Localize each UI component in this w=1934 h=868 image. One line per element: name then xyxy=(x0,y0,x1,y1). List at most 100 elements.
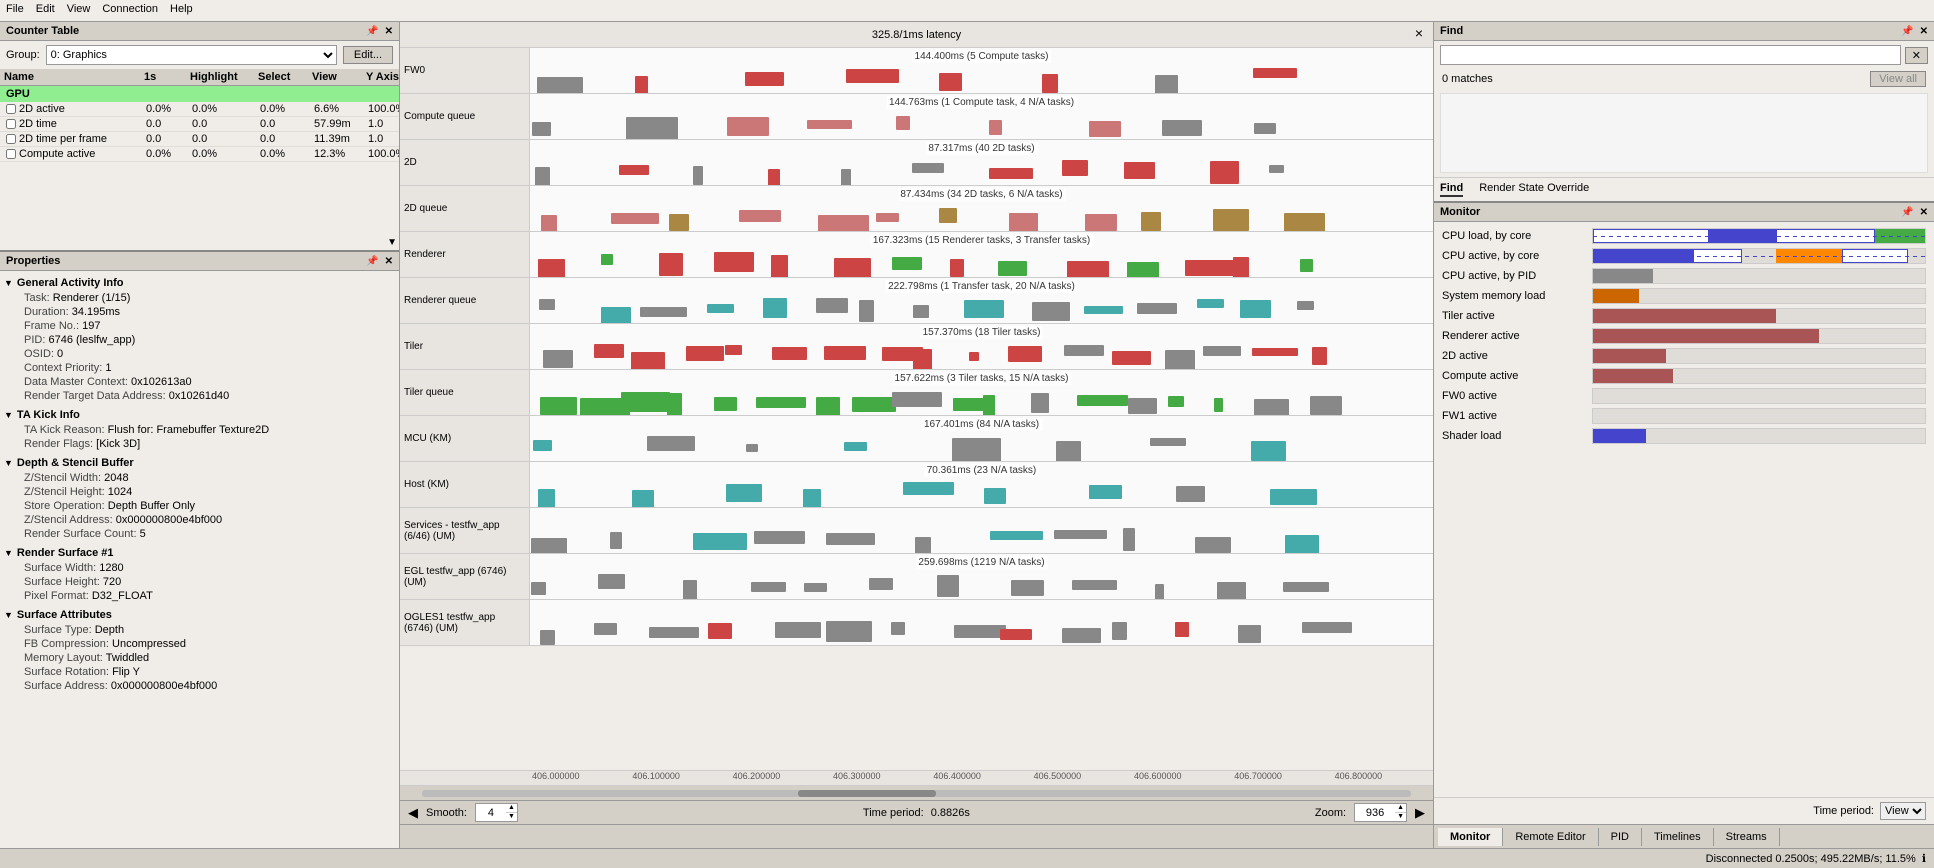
axis-label: 406.300000 xyxy=(831,771,931,785)
tl-bar xyxy=(714,397,737,411)
timeline-area[interactable]: FW0144.400ms (5 Compute tasks)Compute qu… xyxy=(400,48,1433,770)
tl-bar xyxy=(1137,303,1176,313)
table-row[interactable]: 2D active 0.0% 0.0% 0.0% 6.6% 100.0% xyxy=(0,102,399,117)
timeline-row[interactable]: 2D queue87.434ms (34 2D tasks, 6 N/A tas… xyxy=(400,186,1433,232)
tl-bar xyxy=(611,213,659,224)
tl-tooltip: 144.400ms (5 Compute tasks) xyxy=(912,50,1052,63)
pin-monitor-icon[interactable]: 📌 xyxy=(1901,207,1913,218)
smooth-input[interactable] xyxy=(476,805,506,821)
monitor-row-label: FW0 active xyxy=(1442,390,1592,402)
group-select[interactable]: 0: Graphics xyxy=(46,45,337,65)
tl-bar xyxy=(771,255,788,277)
menu-file[interactable]: File xyxy=(6,3,24,18)
tl-bar xyxy=(1197,299,1224,308)
find-tab[interactable]: Find xyxy=(1440,182,1463,197)
tl-bar xyxy=(1285,535,1319,553)
nav-right-icon[interactable]: ▶ xyxy=(1415,805,1425,821)
pin-icon[interactable]: 📌 xyxy=(366,26,378,37)
prop-row: Pixel Format: D32_FLOAT xyxy=(4,589,395,603)
monitor-time-period-select[interactable]: View xyxy=(1880,802,1926,820)
prop-section-header[interactable]: ▼ TA Kick Info xyxy=(4,407,395,423)
zoom-input[interactable] xyxy=(1355,805,1395,821)
timeline-row[interactable]: Tiler queue157.622ms (3 Tiler tasks, 15 … xyxy=(400,370,1433,416)
prop-section: ▼ Depth & Stencil BufferZ/Stencil Width:… xyxy=(4,455,395,541)
tab-pid[interactable]: PID xyxy=(1599,828,1642,846)
tl-bar xyxy=(1141,212,1161,231)
group-label: Group: xyxy=(6,49,40,61)
prop-section-header[interactable]: ▼ Render Surface #1 xyxy=(4,545,395,561)
tab-monitor[interactable]: Monitor xyxy=(1438,828,1503,846)
zoom-down-icon[interactable]: ▼ xyxy=(1395,813,1406,821)
nav-left-icon[interactable]: ◀ xyxy=(408,805,418,821)
info-icon[interactable]: ℹ xyxy=(1922,852,1926,865)
tl-row-content: 87.434ms (34 2D tasks, 6 N/A tasks) xyxy=(530,186,1433,231)
find-clear-button[interactable]: ✕ xyxy=(1905,47,1928,64)
tl-bar xyxy=(537,77,583,93)
tl-tooltip: 167.323ms (15 Renderer tasks, 3 Transfer… xyxy=(870,234,1093,247)
tl-bar xyxy=(1176,486,1206,501)
timeline-scrollbar[interactable] xyxy=(400,786,1433,800)
tl-bar xyxy=(912,163,945,173)
close-timeline-icon[interactable]: × xyxy=(1415,25,1423,41)
close-counter-icon[interactable]: ✕ xyxy=(385,26,393,37)
view-all-button[interactable]: View all xyxy=(1870,71,1926,87)
menu-connection[interactable]: Connection xyxy=(102,3,158,18)
tl-bar xyxy=(1300,259,1312,272)
tl-tooltip: 259.698ms (1219 N/A tasks) xyxy=(915,556,1047,569)
pin-find-icon[interactable]: 📌 xyxy=(1901,26,1913,37)
timeline-row[interactable]: Tiler157.370ms (18 Tiler tasks) xyxy=(400,324,1433,370)
find-input[interactable] xyxy=(1440,45,1901,65)
scrollbar-thumb[interactable] xyxy=(798,790,936,797)
monitor-bar-container xyxy=(1592,408,1926,424)
timeline-row[interactable]: MCU (KM)167.401ms (84 N/A tasks) xyxy=(400,416,1433,462)
table-row[interactable]: Compute active 0.0% 0.0% 0.0% 12.3% 100.… xyxy=(0,147,399,162)
tl-row-label: Host (KM) xyxy=(400,462,530,507)
scroll-down-arrow[interactable]: ▼ xyxy=(387,237,397,248)
prop-section-header[interactable]: ▼ Surface Attributes xyxy=(4,607,395,623)
timeline-row[interactable]: Renderer167.323ms (15 Renderer tasks, 3 … xyxy=(400,232,1433,278)
menu-help[interactable]: Help xyxy=(170,3,193,18)
prop-section-header[interactable]: ▼ General Activity Info xyxy=(4,275,395,291)
close-monitor-icon[interactable]: ✕ xyxy=(1920,207,1928,218)
tl-bar xyxy=(1210,161,1238,185)
timeline-row[interactable]: FW0144.400ms (5 Compute tasks) xyxy=(400,48,1433,94)
menu-edit[interactable]: Edit xyxy=(36,3,55,18)
tl-bar xyxy=(1011,580,1045,596)
axis-label: 406.200000 xyxy=(731,771,831,785)
monitor-row-label: 2D active xyxy=(1442,350,1592,362)
close-find-icon[interactable]: ✕ xyxy=(1920,26,1928,37)
tl-bar xyxy=(1254,123,1276,134)
tab-streams[interactable]: Streams xyxy=(1714,828,1780,846)
zoom-up-icon[interactable]: ▲ xyxy=(1395,804,1406,813)
timeline-row[interactable]: Compute queue144.763ms (1 Compute task, … xyxy=(400,94,1433,140)
timeline-row[interactable]: OGLES1 testfw_app (6746) (UM) xyxy=(400,600,1433,646)
tl-bar xyxy=(683,580,697,599)
tl-row-content: 144.763ms (1 Compute task, 4 N/A tasks) xyxy=(530,94,1433,139)
tl-bar xyxy=(540,397,578,415)
timeline-row[interactable]: Host (KM)70.361ms (23 N/A tasks) xyxy=(400,462,1433,508)
render-state-tab[interactable]: Render State Override xyxy=(1479,182,1589,197)
table-row[interactable]: 2D time per frame 0.0 0.0 0.0 11.39m 1.0 xyxy=(0,132,399,147)
monitor-row-label: Renderer active xyxy=(1442,330,1592,342)
tl-bar xyxy=(1155,75,1178,93)
tab-timelines[interactable]: Timelines xyxy=(1642,828,1714,846)
timeline-row[interactable]: 2D87.317ms (40 2D tasks) xyxy=(400,140,1433,186)
tl-row-content: 157.622ms (3 Tiler tasks, 15 N/A tasks) xyxy=(530,370,1433,415)
close-props-icon[interactable]: ✕ xyxy=(385,256,393,267)
pin-props-icon[interactable]: 📌 xyxy=(366,256,378,267)
tl-bar xyxy=(714,252,754,272)
edit-button[interactable]: Edit... xyxy=(343,46,393,64)
tab-remote editor[interactable]: Remote Editor xyxy=(1503,828,1598,846)
monitor-header: Monitor 📌 ✕ xyxy=(1434,203,1934,222)
zoom-label: Zoom: xyxy=(1315,807,1346,819)
timeline-row[interactable]: Services - testfw_app (6/46) (UM) xyxy=(400,508,1433,554)
table-row[interactable]: 2D time 0.0 0.0 0.0 57.99m 1.0 xyxy=(0,117,399,132)
smooth-up-icon[interactable]: ▲ xyxy=(506,804,517,813)
smooth-down-icon[interactable]: ▼ xyxy=(506,813,517,821)
tl-bar xyxy=(998,261,1027,276)
timeline-row[interactable]: EGL testfw_app (6746) (UM)259.698ms (121… xyxy=(400,554,1433,600)
prop-section-header[interactable]: ▼ Depth & Stencil Buffer xyxy=(4,455,395,471)
menu-view[interactable]: View xyxy=(67,3,91,18)
timeline-row[interactable]: Renderer queue222.798ms (1 Transfer task… xyxy=(400,278,1433,324)
tl-bar xyxy=(756,397,806,407)
